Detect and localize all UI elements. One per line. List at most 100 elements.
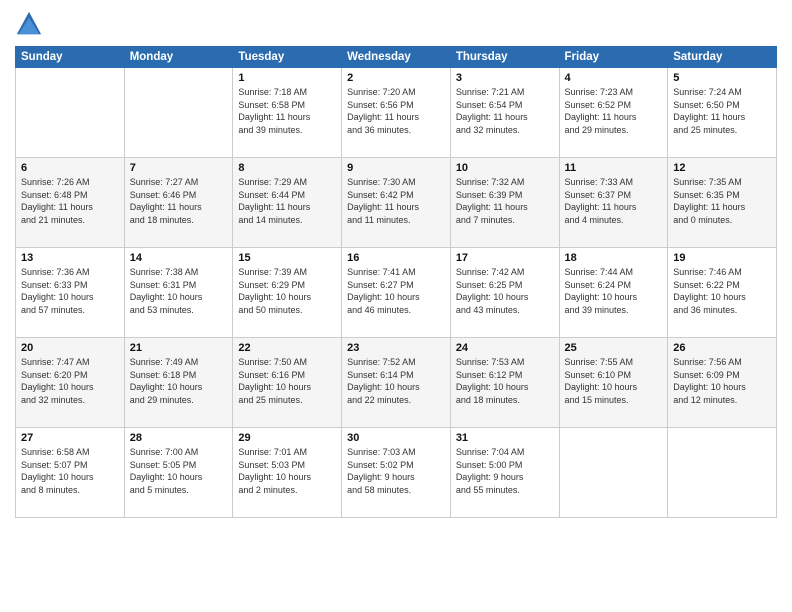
day-detail: Sunrise: 7:44 AMSunset: 6:24 PMDaylight:… bbox=[565, 266, 663, 316]
day-detail: Sunrise: 7:00 AMSunset: 5:05 PMDaylight:… bbox=[130, 446, 228, 496]
day-number: 23 bbox=[347, 342, 445, 354]
calendar-body: 1 Sunrise: 7:18 AMSunset: 6:58 PMDaylight… bbox=[16, 68, 777, 518]
page: SundayMondayTuesdayWednesdayThursdayFrid… bbox=[0, 0, 792, 533]
calendar-week-row: 1 Sunrise: 7:18 AMSunset: 6:58 PMDaylight… bbox=[16, 68, 777, 158]
weekday-header: Saturday bbox=[668, 47, 777, 68]
calendar-cell: 22Sunrise: 7:50 AMSunset: 6:16 PMDayligh… bbox=[233, 338, 342, 428]
day-detail: Sunrise: 7:27 AMSunset: 6:46 PMDaylight:… bbox=[130, 176, 228, 226]
day-detail: Sunrise: 7:29 AMSunset: 6:44 PMDaylight:… bbox=[238, 176, 336, 226]
calendar-cell bbox=[124, 68, 233, 158]
day-number: 5 bbox=[673, 72, 771, 84]
day-number: 11 bbox=[565, 162, 663, 174]
calendar-cell: 13 Sunrise: 7:36 AMSunset: 6:33 PMDayligh… bbox=[16, 248, 125, 338]
day-detail: Sunrise: 7:46 AMSunset: 6:22 PMDaylight:… bbox=[673, 266, 771, 316]
day-detail: Sunrise: 7:41 AMSunset: 6:27 PMDaylight:… bbox=[347, 266, 445, 316]
weekday-header: Monday bbox=[124, 47, 233, 68]
calendar-header: SundayMondayTuesdayWednesdayThursdayFrid… bbox=[16, 47, 777, 68]
day-detail: Sunrise: 7:52 AMSunset: 6:14 PMDaylight:… bbox=[347, 356, 445, 406]
day-detail: Sunrise: 7:03 AMSunset: 5:02 PMDaylight:… bbox=[347, 446, 445, 496]
day-number: 8 bbox=[238, 162, 336, 174]
calendar-week-row: 6Sunrise: 7:26 AMSunset: 6:48 PMDaylight… bbox=[16, 158, 777, 248]
day-number: 6 bbox=[21, 162, 119, 174]
day-number: 13 bbox=[21, 252, 119, 264]
calendar-cell: 21 Sunrise: 7:49 AMSunset: 6:18 PMDayligh… bbox=[124, 338, 233, 428]
day-number: 3 bbox=[456, 72, 554, 84]
day-detail: Sunrise: 7:33 AMSunset: 6:37 PMDaylight:… bbox=[565, 176, 663, 226]
day-number: 9 bbox=[347, 162, 445, 174]
day-detail: Sunrise: 7:24 AMSunset: 6:50 PMDaylight:… bbox=[673, 86, 771, 136]
day-detail: Sunrise: 7:04 AMSunset: 5:00 PMDaylight:… bbox=[456, 446, 554, 496]
day-number: 29 bbox=[238, 432, 336, 444]
day-number: 14 bbox=[130, 252, 228, 264]
calendar-week-row: 20 Sunrise: 7:47 AMSunset: 6:20 PMDayligh… bbox=[16, 338, 777, 428]
calendar-cell: 11 Sunrise: 7:33 AMSunset: 6:37 PMDayligh… bbox=[559, 158, 668, 248]
day-detail: Sunrise: 7:39 AMSunset: 6:29 PMDaylight:… bbox=[238, 266, 336, 316]
day-detail: Sunrise: 7:20 AMSunset: 6:56 PMDaylight:… bbox=[347, 86, 445, 136]
calendar-cell: 19 Sunrise: 7:46 AMSunset: 6:22 PMDayligh… bbox=[668, 248, 777, 338]
day-detail: Sunrise: 7:50 AMSunset: 6:16 PMDaylight:… bbox=[238, 356, 336, 406]
calendar-cell: 27 Sunrise: 6:58 AMSunset: 5:07 PMDayligh… bbox=[16, 428, 125, 518]
calendar-cell: 25 Sunrise: 7:55 AMSunset: 6:10 PMDayligh… bbox=[559, 338, 668, 428]
calendar-week-row: 27 Sunrise: 6:58 AMSunset: 5:07 PMDayligh… bbox=[16, 428, 777, 518]
calendar-cell: 7 Sunrise: 7:27 AMSunset: 6:46 PMDaylight… bbox=[124, 158, 233, 248]
calendar-cell: 2 Sunrise: 7:20 AMSunset: 6:56 PMDaylight… bbox=[342, 68, 451, 158]
calendar-cell: 1 Sunrise: 7:18 AMSunset: 6:58 PMDaylight… bbox=[233, 68, 342, 158]
day-detail: Sunrise: 7:38 AMSunset: 6:31 PMDaylight:… bbox=[130, 266, 228, 316]
day-detail: Sunrise: 7:53 AMSunset: 6:12 PMDaylight:… bbox=[456, 356, 554, 406]
calendar-cell: 29 Sunrise: 7:01 AMSunset: 5:03 PMDayligh… bbox=[233, 428, 342, 518]
calendar-table: SundayMondayTuesdayWednesdayThursdayFrid… bbox=[15, 46, 777, 518]
logo bbox=[15, 10, 47, 38]
weekday-header: Wednesday bbox=[342, 47, 451, 68]
day-number: 30 bbox=[347, 432, 445, 444]
day-number: 20 bbox=[21, 342, 119, 354]
calendar-cell: 3 Sunrise: 7:21 AMSunset: 6:54 PMDaylight… bbox=[450, 68, 559, 158]
day-detail: Sunrise: 6:58 AMSunset: 5:07 PMDaylight:… bbox=[21, 446, 119, 496]
day-number: 1 bbox=[238, 72, 336, 84]
day-detail: Sunrise: 7:35 AMSunset: 6:35 PMDaylight:… bbox=[673, 176, 771, 226]
calendar-cell: 26Sunrise: 7:56 AMSunset: 6:09 PMDayligh… bbox=[668, 338, 777, 428]
weekday-header: Tuesday bbox=[233, 47, 342, 68]
day-number: 21 bbox=[130, 342, 228, 354]
weekday-header: Thursday bbox=[450, 47, 559, 68]
day-number: 7 bbox=[130, 162, 228, 174]
calendar-cell: 17Sunrise: 7:42 AMSunset: 6:25 PMDayligh… bbox=[450, 248, 559, 338]
calendar-cell: 8 Sunrise: 7:29 AMSunset: 6:44 PMDaylight… bbox=[233, 158, 342, 248]
header-row: SundayMondayTuesdayWednesdayThursdayFrid… bbox=[16, 47, 777, 68]
day-number: 16 bbox=[347, 252, 445, 264]
calendar-week-row: 13 Sunrise: 7:36 AMSunset: 6:33 PMDayligh… bbox=[16, 248, 777, 338]
day-detail: Sunrise: 7:21 AMSunset: 6:54 PMDaylight:… bbox=[456, 86, 554, 136]
calendar-cell: 28 Sunrise: 7:00 AMSunset: 5:05 PMDayligh… bbox=[124, 428, 233, 518]
day-detail: Sunrise: 7:49 AMSunset: 6:18 PMDaylight:… bbox=[130, 356, 228, 406]
calendar-cell: 18Sunrise: 7:44 AMSunset: 6:24 PMDayligh… bbox=[559, 248, 668, 338]
calendar-cell: 14 Sunrise: 7:38 AMSunset: 6:31 PMDayligh… bbox=[124, 248, 233, 338]
day-detail: Sunrise: 7:18 AMSunset: 6:58 PMDaylight:… bbox=[238, 86, 336, 136]
day-detail: Sunrise: 7:23 AMSunset: 6:52 PMDaylight:… bbox=[565, 86, 663, 136]
calendar-cell: 10Sunrise: 7:32 AMSunset: 6:39 PMDayligh… bbox=[450, 158, 559, 248]
calendar-cell bbox=[559, 428, 668, 518]
day-number: 19 bbox=[673, 252, 771, 264]
day-detail: Sunrise: 7:01 AMSunset: 5:03 PMDaylight:… bbox=[238, 446, 336, 496]
day-number: 26 bbox=[673, 342, 771, 354]
day-number: 25 bbox=[565, 342, 663, 354]
day-number: 2 bbox=[347, 72, 445, 84]
day-detail: Sunrise: 7:42 AMSunset: 6:25 PMDaylight:… bbox=[456, 266, 554, 316]
logo-icon bbox=[15, 10, 43, 38]
day-number: 4 bbox=[565, 72, 663, 84]
calendar-cell: 20 Sunrise: 7:47 AMSunset: 6:20 PMDayligh… bbox=[16, 338, 125, 428]
calendar-cell: 15 Sunrise: 7:39 AMSunset: 6:29 PMDayligh… bbox=[233, 248, 342, 338]
calendar-cell bbox=[668, 428, 777, 518]
calendar-cell: 23 Sunrise: 7:52 AMSunset: 6:14 PMDayligh… bbox=[342, 338, 451, 428]
calendar-cell: 12Sunrise: 7:35 AMSunset: 6:35 PMDayligh… bbox=[668, 158, 777, 248]
day-number: 28 bbox=[130, 432, 228, 444]
day-number: 31 bbox=[456, 432, 554, 444]
calendar-cell: 4 Sunrise: 7:23 AMSunset: 6:52 PMDaylight… bbox=[559, 68, 668, 158]
calendar-cell: 24Sunrise: 7:53 AMSunset: 6:12 PMDayligh… bbox=[450, 338, 559, 428]
calendar-cell: 6Sunrise: 7:26 AMSunset: 6:48 PMDaylight… bbox=[16, 158, 125, 248]
day-detail: Sunrise: 7:47 AMSunset: 6:20 PMDaylight:… bbox=[21, 356, 119, 406]
day-number: 27 bbox=[21, 432, 119, 444]
day-number: 15 bbox=[238, 252, 336, 264]
day-detail: Sunrise: 7:36 AMSunset: 6:33 PMDaylight:… bbox=[21, 266, 119, 316]
calendar-cell: 9Sunrise: 7:30 AMSunset: 6:42 PMDaylight… bbox=[342, 158, 451, 248]
calendar-cell: 30 Sunrise: 7:03 AMSunset: 5:02 PMDayligh… bbox=[342, 428, 451, 518]
day-detail: Sunrise: 7:55 AMSunset: 6:10 PMDaylight:… bbox=[565, 356, 663, 406]
